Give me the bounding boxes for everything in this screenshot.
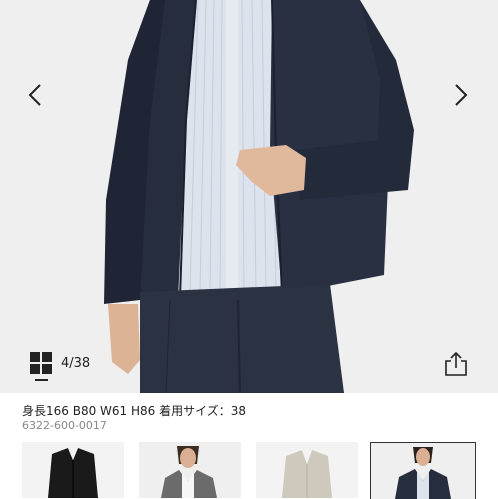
thumbnail-image bbox=[371, 443, 475, 499]
thumbnail-3[interactable] bbox=[256, 442, 358, 498]
thumbnail-4-selected[interactable] bbox=[370, 442, 476, 499]
thumbnail-strip bbox=[0, 440, 498, 499]
next-image-button[interactable] bbox=[444, 78, 478, 112]
thumbnail-image bbox=[22, 442, 124, 498]
grid-view-icon bbox=[30, 352, 52, 374]
previous-image-button[interactable] bbox=[18, 78, 52, 112]
grid-view-button[interactable] bbox=[30, 352, 52, 374]
product-image-gallery[interactable]: 4/38 bbox=[0, 0, 498, 393]
share-button[interactable] bbox=[443, 351, 469, 377]
thumbnail-image bbox=[256, 442, 358, 498]
chevron-right-icon bbox=[455, 84, 468, 106]
thumbnail-image bbox=[139, 442, 241, 498]
product-photo bbox=[0, 0, 498, 393]
thumbnail-2[interactable] bbox=[139, 442, 241, 498]
thumbnail-1[interactable] bbox=[22, 442, 124, 498]
image-counter: 4/38 bbox=[61, 356, 91, 371]
chevron-left-icon bbox=[28, 84, 41, 106]
model-size-info: 身長166 B80 W61 H86 着用サイズ：38 bbox=[22, 404, 247, 418]
product-code: 6322-600-0017 bbox=[22, 419, 107, 432]
grid-view-indicator bbox=[35, 379, 48, 381]
share-icon bbox=[445, 351, 467, 376]
